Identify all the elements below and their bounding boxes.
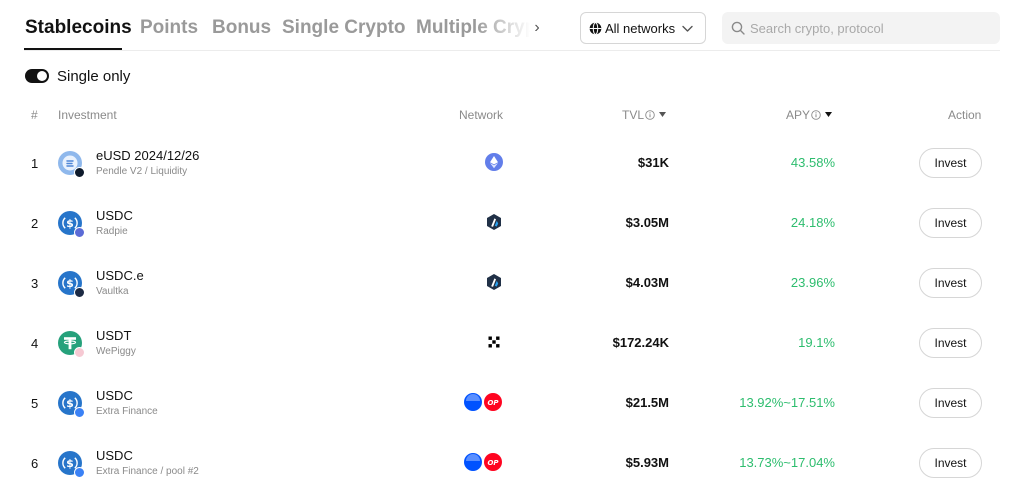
info-icon[interactable]	[811, 110, 821, 120]
svg-text:$: $	[66, 457, 74, 470]
tab-bonus[interactable]: Bonus	[212, 17, 271, 39]
invest-button[interactable]: Invest	[919, 448, 982, 478]
table-row: 1 eUSD 2024/12/26 Pendle V2 / Liquidity …	[24, 134, 1000, 194]
apy-value: 23.96%	[790, 275, 835, 290]
investment-name[interactable]: USDC	[96, 388, 133, 403]
okx-icon	[488, 336, 500, 348]
apy-value: 43.58%	[790, 155, 835, 170]
apy-value: 19.1%	[798, 335, 835, 350]
tvl-value: $31K	[637, 155, 669, 170]
header-network: Network	[459, 108, 504, 122]
svg-text:OP: OP	[487, 399, 499, 407]
apy-value: 13.73%~17.04%	[739, 455, 835, 470]
protocol-name: Extra Finance	[96, 406, 158, 417]
row-index: 4	[31, 336, 39, 351]
row-index: 2	[31, 216, 39, 231]
extra-finance-icon	[74, 467, 85, 478]
toggle-knob	[37, 71, 47, 81]
protocol-name: WePiggy	[96, 346, 136, 357]
table-row: 3 $ USDC.e Vaultka $4.03M 23.96% Invest	[24, 254, 1000, 314]
table-row: 6 $ USDC Extra Finance / pool #2 OP $5.9…	[24, 434, 1000, 494]
protocol-name: Pendle V2 / Liquidity	[96, 166, 188, 177]
active-tab-underline	[24, 48, 122, 50]
tvl-value: $4.03M	[625, 275, 669, 290]
tvl-value: $5.93M	[625, 455, 669, 470]
investment-name[interactable]: USDC	[96, 448, 133, 463]
svg-text:$: $	[66, 397, 74, 410]
globe-icon	[589, 22, 602, 35]
base-icon	[464, 393, 482, 411]
tab-single-crypto[interactable]: Single Crypto	[282, 17, 406, 39]
invest-button[interactable]: Invest	[919, 148, 982, 178]
tvl-value: $3.05M	[625, 215, 669, 230]
network-select-value: All networks	[605, 21, 676, 36]
header-investment: Investment	[58, 108, 117, 122]
sort-down-icon	[825, 112, 832, 117]
pendle-icon	[74, 167, 85, 178]
wepiggy-icon	[74, 347, 85, 358]
chevron-down-icon	[682, 25, 693, 32]
apy-value: 13.92%~17.51%	[739, 395, 835, 410]
header-apy-label: APY	[785, 108, 810, 122]
header-tvl-label: TVL	[621, 108, 644, 122]
invest-button[interactable]: Invest	[919, 208, 982, 238]
search-input[interactable]	[750, 12, 994, 44]
single-only-toggle[interactable]	[25, 69, 49, 83]
invest-button[interactable]: Invest	[919, 268, 982, 298]
invest-button[interactable]: Invest	[919, 388, 982, 418]
table-row: 4 USDT WePiggy $172.24K 19.1% Invest	[24, 314, 1000, 374]
single-only-label: Single only	[57, 68, 131, 85]
tvl-value: $21.5M	[625, 395, 669, 410]
tab-points[interactable]: Points	[140, 17, 198, 39]
sort-down-icon	[659, 112, 666, 117]
tab-scroll-right-icon[interactable]: ›	[527, 16, 547, 40]
optimism-icon: OP	[484, 453, 502, 471]
arbitrum-icon	[487, 274, 501, 290]
row-index: 3	[31, 276, 39, 291]
ethereum-icon	[485, 153, 503, 171]
investment-name[interactable]: eUSD 2024/12/26	[96, 148, 199, 163]
header-apy[interactable]: APY	[786, 108, 832, 122]
extra-finance-icon	[74, 407, 85, 418]
invest-button[interactable]: Invest	[919, 328, 982, 358]
table-row: 5 $ USDC Extra Finance OP $21.5M 13.92%~…	[24, 374, 1000, 434]
row-index: 6	[31, 456, 39, 471]
optimism-icon: OP	[484, 393, 502, 411]
base-icon	[464, 453, 482, 471]
svg-text:OP: OP	[487, 459, 499, 467]
vaultka-icon	[74, 287, 85, 298]
arbitrum-icon	[487, 214, 501, 230]
table-row: 2 $ USDC Radpie $3.05M 24.18% Invest	[24, 194, 1000, 254]
header-index: #	[31, 108, 38, 122]
investment-name[interactable]: USDC.e	[96, 268, 144, 283]
row-index: 5	[31, 396, 39, 411]
header-action: Action	[948, 108, 982, 122]
info-icon[interactable]	[645, 110, 655, 120]
svg-text:$: $	[66, 277, 74, 290]
svg-text:$: $	[66, 217, 74, 230]
row-index: 1	[31, 156, 39, 171]
protocol-name: Vaultka	[96, 286, 129, 297]
network-select[interactable]: All networks	[580, 12, 706, 44]
header-tvl[interactable]: TVL	[622, 108, 666, 122]
tab-stablecoins[interactable]: Stablecoins	[25, 17, 132, 39]
search-box	[722, 12, 1000, 44]
tvl-value: $172.24K	[612, 335, 669, 350]
apy-value: 24.18%	[790, 215, 835, 230]
protocol-name: Radpie	[96, 226, 128, 237]
investment-name[interactable]: USDT	[96, 328, 131, 343]
investment-name[interactable]: USDC	[96, 208, 133, 223]
radpie-icon	[74, 227, 85, 238]
protocol-name: Extra Finance / pool #2	[96, 466, 199, 477]
search-icon	[731, 21, 745, 35]
